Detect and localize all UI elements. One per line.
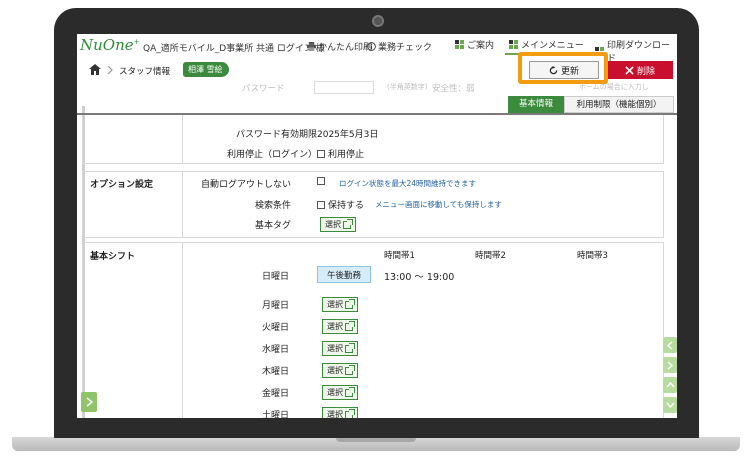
stop-login-label: 利用停止（ログイン） xyxy=(226,150,317,160)
external-link-icon xyxy=(343,218,353,229)
scroll-down-button[interactable] xyxy=(663,397,677,413)
password-strength: 安全性：弱 xyxy=(432,84,475,94)
delete-button[interactable]: 削除 xyxy=(607,61,673,79)
day-label: 金曜日 xyxy=(261,389,289,399)
search-keep-checkbox[interactable]: 保持する xyxy=(317,198,364,211)
day-label: 木曜日 xyxy=(261,367,289,377)
work-check-link[interactable]: 業務チェック xyxy=(367,40,432,53)
external-link-icon xyxy=(345,408,355,418)
password-note: ホームの場合に入力し xyxy=(579,83,649,91)
external-link-icon xyxy=(345,386,355,397)
time-slot-header: 時間帯1 xyxy=(384,251,415,261)
search-keep-label: 保持する xyxy=(328,201,365,211)
shift-select-button[interactable]: 選択 xyxy=(322,319,358,334)
home-icon[interactable] xyxy=(89,64,101,75)
day-label: 月曜日 xyxy=(261,301,289,311)
shift-select-button[interactable]: 選択 xyxy=(322,385,358,400)
checkbox-icon[interactable] xyxy=(317,150,325,158)
staff-name-chip: 相澤 雪絵 xyxy=(183,62,229,77)
auto-logout-label: 自動ログアウトしない xyxy=(200,180,291,190)
expand-left-button[interactable] xyxy=(81,392,97,412)
shift-section-title: 基本シフト xyxy=(90,252,136,262)
external-link-icon xyxy=(345,364,355,375)
update-highlight-box xyxy=(518,52,608,84)
camera-icon xyxy=(372,15,384,27)
scroll-left-button[interactable] xyxy=(663,337,677,353)
select-label: 選択 xyxy=(327,366,343,375)
nav-main-menu-label: メインメニュー xyxy=(521,41,584,51)
breadcrumb-section[interactable]: スタッフ情報 xyxy=(119,65,170,77)
search-condition-label: 検索条件 xyxy=(254,201,291,211)
chevron-up-icon xyxy=(665,382,675,388)
password-hint: (半角英数字) xyxy=(387,83,428,91)
external-link-icon xyxy=(345,298,355,309)
time-slot-header: 時間帯3 xyxy=(577,251,608,261)
day-label: 日曜日 xyxy=(261,272,289,282)
external-link-icon xyxy=(345,342,355,353)
section-divider xyxy=(77,113,677,115)
grid-icon xyxy=(509,40,518,49)
section-label-column xyxy=(83,243,183,418)
scroll-up-button[interactable] xyxy=(663,377,677,393)
password-input[interactable] xyxy=(314,81,374,94)
day-label: 火曜日 xyxy=(261,323,289,333)
shift-select-button[interactable]: 選択 xyxy=(322,363,358,378)
expire-value: 2025年5月3日 xyxy=(317,130,379,140)
chevron-down-icon xyxy=(665,402,675,408)
app-screen: NuOne+ QA_適所モバイル_D事業所 共通 ログイン 様 かんたん印刷 業… xyxy=(77,34,677,418)
work-check-label: 業務チェック xyxy=(378,43,433,53)
stop-login-checkbox[interactable]: 利用停止 xyxy=(317,147,364,160)
auto-logout-checkbox[interactable] xyxy=(317,177,328,187)
select-label: 選択 xyxy=(327,344,343,353)
basic-tag-label: 基本タグ xyxy=(254,221,291,231)
checkbox-icon[interactable] xyxy=(317,201,325,209)
shift-select-button[interactable]: 選択 xyxy=(322,407,358,418)
day-label: 水曜日 xyxy=(261,345,289,355)
expire-label: パスワード有効期限 xyxy=(235,130,317,140)
day-label: 土曜日 xyxy=(261,411,289,418)
select-label: 選択 xyxy=(327,300,343,309)
user-name: QA_適所モバイル_D事業所 共通 ログイン 様 xyxy=(143,44,325,54)
password-label: パスワード xyxy=(242,84,285,94)
chevron-right-icon xyxy=(86,397,93,407)
select-label: 選択 xyxy=(327,388,343,397)
shift-section xyxy=(82,242,664,418)
nav-guide[interactable]: ご案内 xyxy=(455,38,494,51)
select-label: 選択 xyxy=(325,220,341,229)
shift-badge[interactable]: 午後勤務 xyxy=(317,266,371,283)
section-label-column xyxy=(83,115,183,163)
nav-main-menu[interactable]: メインメニュー xyxy=(509,38,584,51)
external-link-icon xyxy=(345,320,355,331)
shift-select-button[interactable]: 選択 xyxy=(322,341,358,356)
app-logo[interactable]: NuOne+ xyxy=(80,36,140,54)
search-note: メニュー画面に移動しても保持します xyxy=(375,200,502,209)
shift-select-button[interactable]: 選択 xyxy=(322,297,358,312)
basic-tag-select-button[interactable]: 選択 xyxy=(320,217,356,232)
tab-usage-limit[interactable]: 利用制限（機能個別） xyxy=(564,96,674,113)
delete-label: 削除 xyxy=(636,66,655,77)
grid-icon xyxy=(455,40,464,49)
nav-guide-label: ご案内 xyxy=(467,41,495,51)
time-slot-header: 時間帯2 xyxy=(475,251,506,261)
info-icon xyxy=(367,42,376,51)
option-section-title: オプション設定 xyxy=(90,180,154,190)
chevron-right-icon xyxy=(667,360,673,370)
checkbox-icon[interactable] xyxy=(317,177,325,185)
chevron-right-icon xyxy=(107,66,113,74)
select-label: 選択 xyxy=(327,410,343,418)
scroll-right-button[interactable] xyxy=(663,357,677,373)
select-label: 選択 xyxy=(327,322,343,331)
close-icon xyxy=(625,65,634,75)
easy-print-link[interactable]: かんたん印刷 xyxy=(307,40,372,53)
printer-icon xyxy=(307,42,316,51)
tab-basic-info[interactable]: 基本情報 xyxy=(508,96,564,113)
shift-time: 13:00 ～ 19:00 xyxy=(384,272,455,283)
easy-print-label: かんたん印刷 xyxy=(318,43,373,53)
stop-login-checkbox-label: 利用停止 xyxy=(328,150,365,160)
chevron-left-icon xyxy=(667,340,673,350)
auto-logout-note: ログイン状態を最大24時間維持できます xyxy=(339,179,477,188)
